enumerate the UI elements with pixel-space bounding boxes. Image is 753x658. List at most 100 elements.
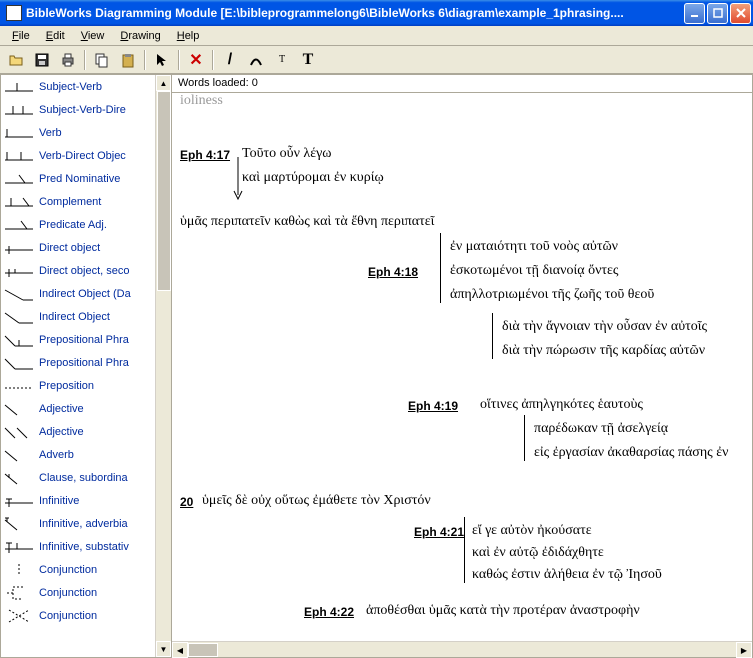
- palette-label: Infinitive, adverbia: [39, 518, 128, 530]
- palette-item[interactable]: Predicate Adj.: [1, 213, 171, 236]
- palette-label: Verb-Direct Objec: [39, 150, 126, 162]
- greek-text[interactable]: παρέδωκαν τῇ ἀσελγείᾳ: [534, 421, 668, 437]
- close-button[interactable]: [730, 3, 751, 24]
- diagram-symbol-icon: [3, 585, 35, 601]
- palette-item[interactable]: Adjective: [1, 420, 171, 443]
- palette-item[interactable]: Conjunction: [1, 581, 171, 604]
- palette-item[interactable]: Conjunction: [1, 604, 171, 627]
- palette-label: Subject-Verb-Dire: [39, 104, 126, 116]
- greek-text[interactable]: διὰ τὴν πώρωσιν τῆς καρδίας αὐτῶν: [502, 343, 705, 359]
- greek-text[interactable]: εἰς ἐργασίαν ἀκαθαρσίας πάσης ἐν: [534, 445, 728, 461]
- palette-item[interactable]: Subject-Verb: [1, 75, 171, 98]
- scroll-down-icon[interactable]: ▼: [156, 641, 171, 657]
- greek-text[interactable]: ἀπηλλοτριωμένοι τῆς ζωῆς τοῦ θεοῦ: [450, 287, 654, 303]
- scroll-up-icon[interactable]: ▲: [156, 75, 171, 91]
- diagram-symbol-icon: [3, 470, 35, 486]
- palette-item[interactable]: Subject-Verb-Dire: [1, 98, 171, 121]
- slash-tool[interactable]: /: [218, 49, 242, 71]
- scroll-thumb[interactable]: [157, 91, 171, 291]
- menu-edit[interactable]: Edit: [38, 28, 73, 44]
- save-button[interactable]: [30, 49, 54, 71]
- palette-item[interactable]: Preposition: [1, 374, 171, 397]
- palette-item[interactable]: Infinitive, adverbia: [1, 512, 171, 535]
- greek-text[interactable]: εἴ γε αὐτὸν ἠκούσατε: [472, 523, 592, 539]
- palette-item[interactable]: Infinitive, substativ: [1, 535, 171, 558]
- menu-bar: File Edit View Drawing Help: [0, 26, 753, 46]
- palette-item[interactable]: Adjective: [1, 397, 171, 420]
- palette-label: Adjective: [39, 403, 84, 415]
- print-button[interactable]: [56, 49, 80, 71]
- palette-label: Predicate Adj.: [39, 219, 107, 231]
- verse-reference[interactable]: Eph 4:21: [414, 525, 464, 539]
- greek-text[interactable]: διὰ τὴν ἄγνοιαν τὴν οὖσαν ἐν αὐτοῖς: [502, 319, 707, 335]
- diagram-symbol-icon: [3, 263, 35, 279]
- diagram-symbol-icon: [3, 401, 35, 417]
- verse-reference[interactable]: Eph 4:19: [408, 399, 458, 413]
- palette-label: Direct object, seco: [39, 265, 129, 277]
- maximize-button[interactable]: [707, 3, 728, 24]
- minimize-button[interactable]: [684, 3, 705, 24]
- delete-button[interactable]: ✕: [184, 49, 208, 71]
- greek-text[interactable]: Τοῦτο οὖν λέγω: [242, 146, 331, 162]
- palette-item[interactable]: Complement: [1, 190, 171, 213]
- menu-drawing[interactable]: Drawing: [112, 28, 168, 44]
- palette-item[interactable]: Verb: [1, 121, 171, 144]
- large-text-tool[interactable]: T: [296, 49, 320, 71]
- greek-text[interactable]: οἵτινες ἀπηλγηκότες ἑαυτοὺς: [480, 397, 643, 413]
- menu-view[interactable]: View: [73, 28, 113, 44]
- palette-item[interactable]: Direct object, seco: [1, 259, 171, 282]
- greek-text[interactable]: ἐν ματαιότητι τοῦ νοὸς αὐτῶν: [450, 239, 618, 255]
- horizontal-scrollbar[interactable]: ◀ ▶: [172, 641, 752, 657]
- palette-item[interactable]: Conjunction: [1, 558, 171, 581]
- palette-label: Conjunction: [39, 610, 97, 622]
- palette-item[interactable]: Indirect Object: [1, 305, 171, 328]
- copy-button[interactable]: [90, 49, 114, 71]
- greek-text[interactable]: καὶ ἐν αὐτῷ ἐδιδάχθητε: [472, 545, 604, 561]
- scroll-left-icon[interactable]: ◀: [172, 642, 188, 658]
- palette-item[interactable]: Pred Nominative: [1, 167, 171, 190]
- scroll-right-icon[interactable]: ▶: [736, 642, 752, 658]
- verse-reference[interactable]: Eph 4:18: [368, 265, 418, 279]
- pointer-tool[interactable]: [150, 49, 174, 71]
- palette-item[interactable]: Adverb: [1, 443, 171, 466]
- menu-file[interactable]: File: [4, 28, 38, 44]
- paste-button[interactable]: [116, 49, 140, 71]
- bracket-line: [464, 517, 465, 583]
- bracket-line: [524, 415, 525, 461]
- greek-text[interactable]: ἐσκοτωμένοι τῇ διανοίᾳ ὄντες: [450, 263, 618, 279]
- greek-text[interactable]: καθώς ἐστιν ἀλήθεια ἐν τῷ Ἰησοῦ: [472, 567, 662, 583]
- palette-label: Preposition: [39, 380, 94, 392]
- palette-label: Indirect Object (Da: [39, 288, 131, 300]
- palette-item[interactable]: Clause, subordina: [1, 466, 171, 489]
- diagram-symbol-icon: [3, 562, 35, 578]
- verse-reference[interactable]: Eph 4:17: [180, 148, 230, 162]
- main-panel: Words loaded: 0 ioliness Eph 4:17Τοῦτο ο…: [172, 74, 753, 658]
- greek-text[interactable]: ἀποθέσθαι ὑμᾶς κατὰ τὴν προτέραν ἀναστρο…: [366, 603, 640, 619]
- palette-label: Prepositional Phra: [39, 334, 129, 346]
- palette-item[interactable]: Verb-Direct Objec: [1, 144, 171, 167]
- open-button[interactable]: [4, 49, 28, 71]
- palette-label: Conjunction: [39, 564, 97, 576]
- verse-reference[interactable]: Eph 4:22: [304, 605, 354, 619]
- small-text-tool[interactable]: T: [270, 49, 294, 71]
- palette-label: Adverb: [39, 449, 74, 461]
- scroll-thumb[interactable]: [188, 643, 218, 657]
- verse-reference[interactable]: 20: [180, 495, 193, 509]
- diagram-canvas[interactable]: ioliness Eph 4:17Τοῦτο οὖν λέγωκαὶ μαρτύ…: [172, 93, 752, 641]
- palette-item[interactable]: Indirect Object (Da: [1, 282, 171, 305]
- palette-item[interactable]: Prepositional Phra: [1, 328, 171, 351]
- curve-tool[interactable]: [244, 49, 268, 71]
- palette-item[interactable]: Direct object: [1, 236, 171, 259]
- menu-help[interactable]: Help: [169, 28, 208, 44]
- sidebar-scrollbar[interactable]: ▲ ▼: [155, 75, 171, 657]
- greek-text[interactable]: ὑμεῖς δὲ οὐχ οὕτως ἐμάθετε τὸν Χριστόν: [202, 493, 431, 509]
- palette-item[interactable]: Prepositional Phra: [1, 351, 171, 374]
- greek-text[interactable]: καὶ μαρτύρομαι ἐν κυρίῳ: [242, 170, 384, 186]
- greek-text[interactable]: ὑμᾶς περιπατεῖν καθὼς καὶ τὰ ἔθνη περιπα…: [180, 214, 434, 230]
- palette-sidebar: Subject-Verb Subject-Verb-Dire Verb Verb-Di…: [0, 74, 172, 658]
- diagram-symbol-icon: [3, 608, 35, 624]
- title-bar: BibleWorks Diagramming Module [E:\biblep…: [0, 0, 753, 26]
- palette-item[interactable]: Infinitive: [1, 489, 171, 512]
- diagram-symbol-icon: [3, 194, 35, 210]
- diagram-symbol-icon: [3, 102, 35, 118]
